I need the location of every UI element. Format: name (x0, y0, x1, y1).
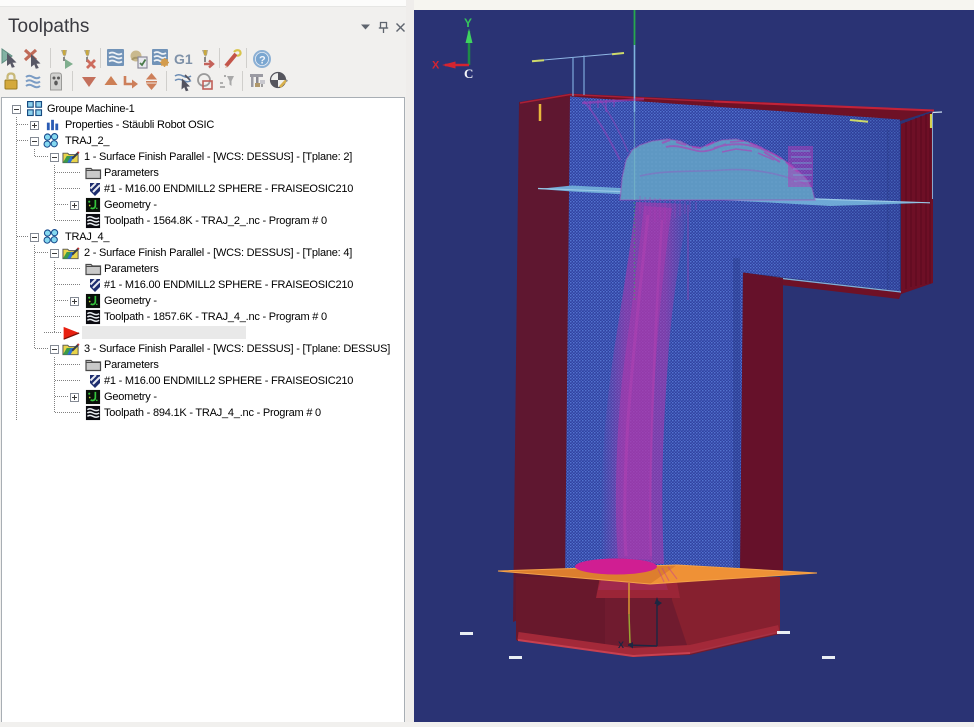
svg-text:C: C (464, 66, 473, 81)
svg-text:?: ? (259, 55, 266, 67)
svg-text:G1: G1 (174, 51, 193, 67)
svg-text:X: X (618, 640, 624, 650)
svg-text:Y: Y (464, 16, 472, 30)
svg-text:X: X (432, 60, 440, 72)
